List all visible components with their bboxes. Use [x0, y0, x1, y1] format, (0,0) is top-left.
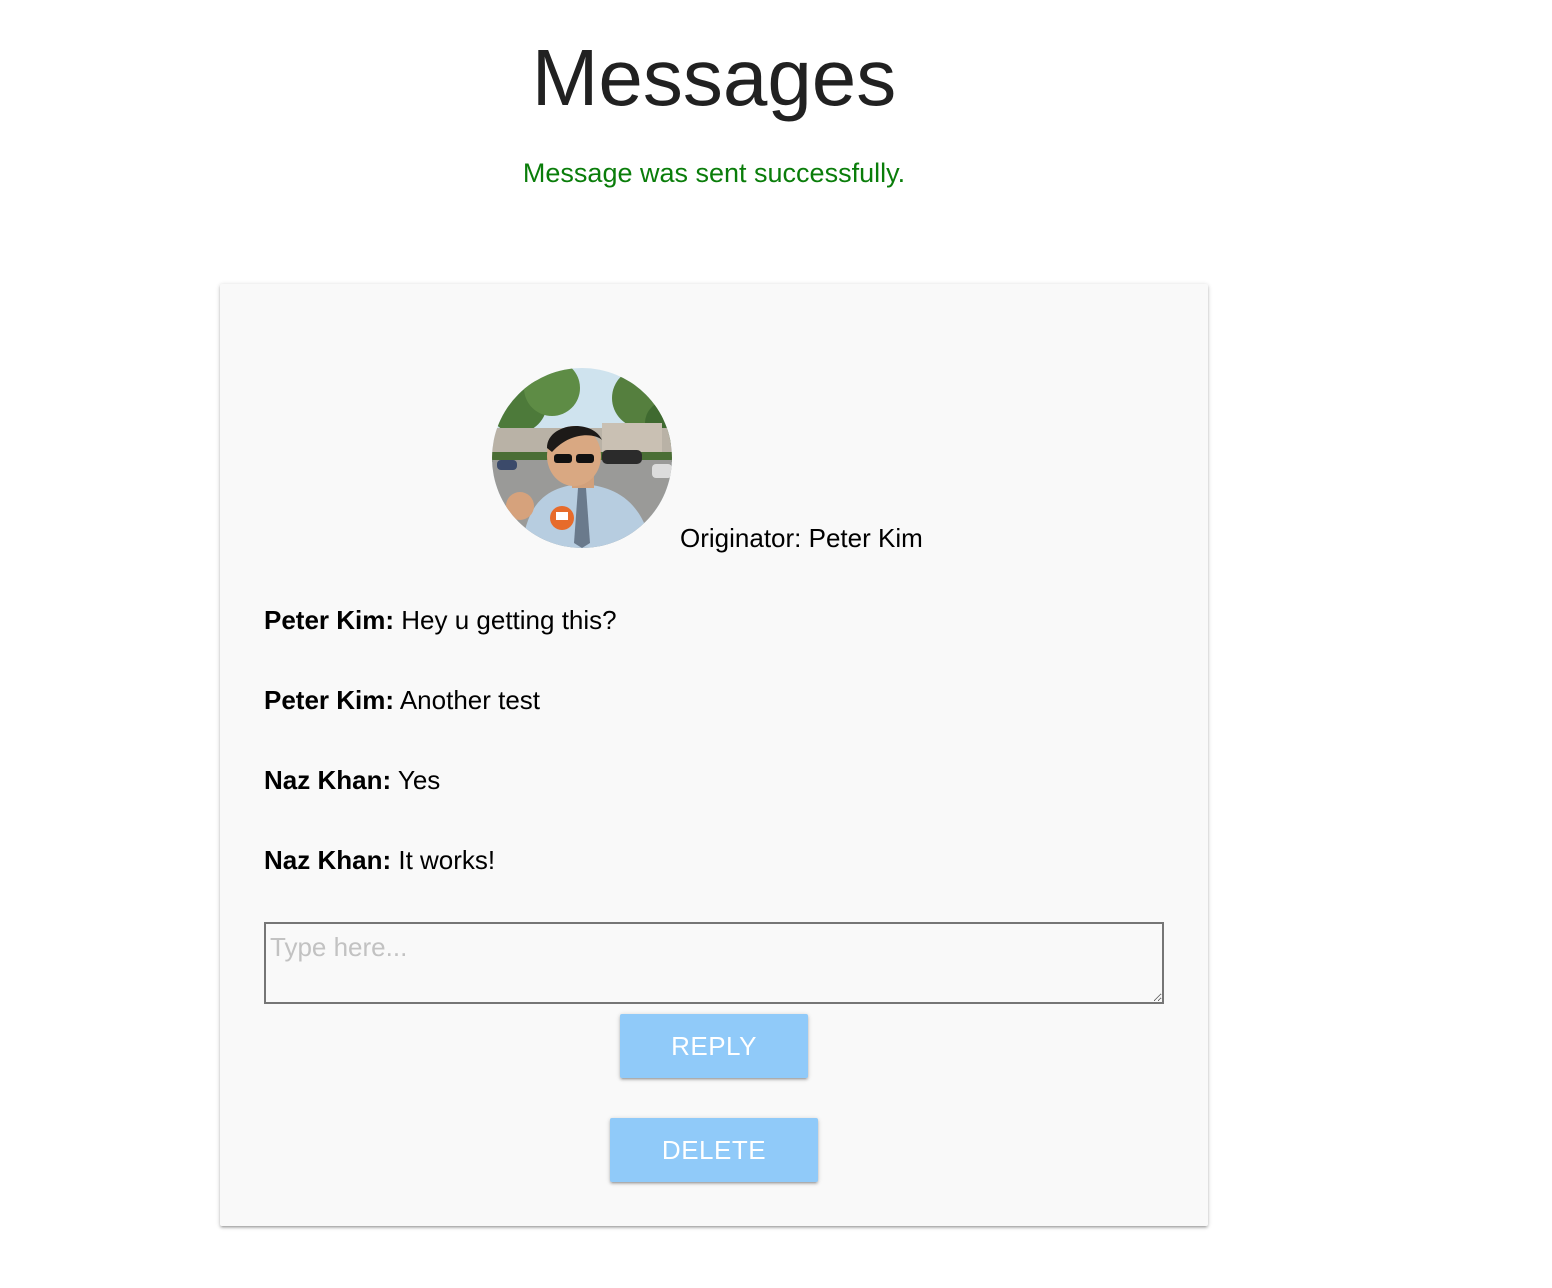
originator-label: Originator: Peter Kim: [680, 523, 923, 553]
delete-button[interactable]: Delete: [610, 1118, 818, 1182]
message-text: Yes: [391, 765, 441, 795]
page-title: Messages: [531, 33, 897, 122]
messages-page: Messages Message was sent successfully.: [0, 0, 1552, 1288]
reply-button[interactable]: Reply: [620, 1014, 808, 1078]
message-sender: Naz Khan:: [264, 765, 392, 795]
user-photo-icon: [492, 368, 672, 548]
message-text: Hey u getting this?: [394, 605, 617, 635]
reply-textarea[interactable]: [264, 922, 1164, 1004]
message-sender: Naz Khan:: [264, 845, 392, 875]
message-text: Another test: [394, 685, 541, 715]
message-item: Peter Kim: Hey u getting this?: [264, 602, 1164, 682]
message-sender: Peter Kim:: [264, 685, 395, 715]
success-flash-message: Message was sent successfully.: [522, 158, 906, 188]
originator-avatar: [492, 368, 672, 548]
message-list: Peter Kim: Hey u getting this? Peter Kim…: [264, 602, 1164, 922]
message-text: It works!: [391, 845, 496, 875]
message-thread-card: Originator: Peter Kim Peter Kim: Hey u g…: [220, 284, 1208, 1226]
message-item: Peter Kim: Another test: [264, 682, 1164, 762]
message-item: Naz Khan: Yes: [264, 762, 1164, 842]
message-sender: Peter Kim:: [264, 605, 395, 635]
message-item: Naz Khan: It works!: [264, 842, 1164, 922]
